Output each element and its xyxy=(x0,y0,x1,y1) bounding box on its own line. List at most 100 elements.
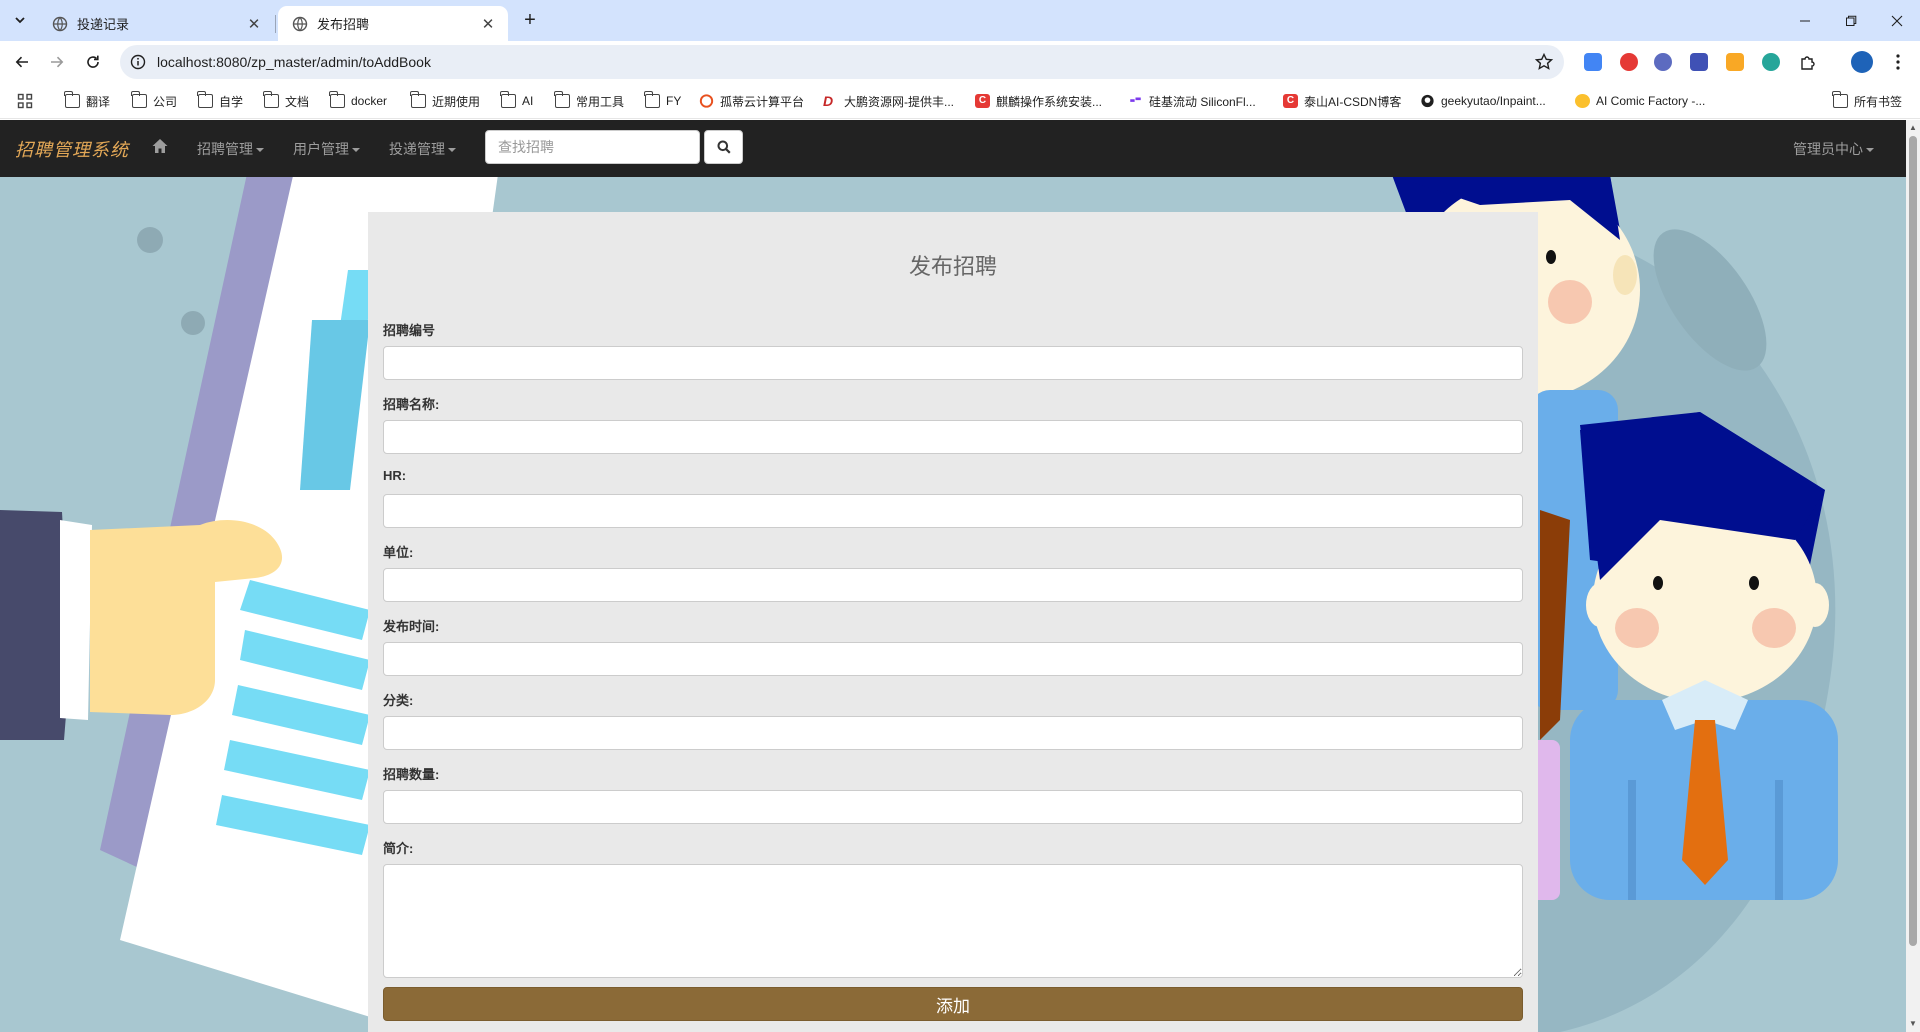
tab-search-icon[interactable] xyxy=(8,8,32,32)
site-navbar: 招聘管理系统 招聘管理 用户管理 投递管理 管理员中心 xyxy=(0,120,1906,177)
folder-icon xyxy=(131,91,147,108)
new-tab-button[interactable]: + xyxy=(518,8,542,32)
bookmark-folder-recent[interactable]: 近期使用 xyxy=(410,91,481,110)
close-tab-icon[interactable]: ✕ xyxy=(478,14,498,34)
d-logo-icon: D xyxy=(823,93,834,109)
bookmark-kylin[interactable]: C 麒麟操作系统安装... xyxy=(975,92,1102,110)
site-info-icon[interactable] xyxy=(128,52,148,72)
page-scrollbar[interactable]: ▲ ▼ xyxy=(1906,120,1920,1032)
all-bookmarks-label: 所有书签 xyxy=(1854,94,1903,109)
bookmark-folder-translate[interactable]: 翻译 xyxy=(64,91,110,110)
bookmark-label: geekyutao/Inpaint... xyxy=(1441,94,1546,108)
folder-icon xyxy=(644,91,660,108)
bookmark-label: 麒麟操作系统安装... xyxy=(996,94,1103,109)
browser-tab-strip: 投递记录 ✕ 发布招聘 ✕ + xyxy=(0,0,1920,41)
extension-jh-icon[interactable] xyxy=(1690,53,1708,71)
bookmark-cloud-platform[interactable]: 孤蒂云计算平台 xyxy=(699,92,804,110)
csdn-icon: C xyxy=(1283,94,1298,108)
tab-delivery-records[interactable]: 投递记录 ✕ xyxy=(38,6,274,41)
bookmark-label: 文档 xyxy=(285,94,310,109)
company-input[interactable] xyxy=(383,568,1523,602)
admin-center-menu[interactable]: 管理员中心 xyxy=(1793,139,1874,159)
apps-icon[interactable] xyxy=(17,92,33,110)
scroll-up-icon[interactable]: ▲ xyxy=(1909,124,1917,132)
bookmark-folder-docs[interactable]: 文档 xyxy=(263,91,310,110)
bookmark-github-inpaint[interactable]: geekyutao/Inpaint... xyxy=(1420,92,1546,110)
address-bar[interactable]: localhost:8080/zp_master/admin/toAddBook xyxy=(120,45,1564,79)
extensions-icon[interactable] xyxy=(1798,52,1818,72)
publish-recruitment-form: 发布招聘 招聘编号 招聘名称: HR: 单位: 发布时间: 分类: 招聘数量: … xyxy=(368,212,1538,1032)
field-label-description: 简介: xyxy=(383,841,414,856)
publish-time-input[interactable] xyxy=(383,642,1523,676)
profile-avatar[interactable] xyxy=(1851,51,1873,73)
folder-icon xyxy=(1832,91,1848,108)
bookmark-ai-comic-factory[interactable]: AI Comic Factory -... xyxy=(1575,92,1705,110)
emoji-face-icon xyxy=(1575,94,1590,108)
bookmark-taishan-ai[interactable]: C 泰山AI-CSDN博客 xyxy=(1283,92,1401,110)
field-label-category: 分类: xyxy=(383,693,414,708)
category-input[interactable] xyxy=(383,716,1523,750)
bookmark-label: 常用工具 xyxy=(576,94,625,109)
folder-icon xyxy=(410,91,426,108)
minimize-icon[interactable] xyxy=(1782,0,1828,41)
description-textarea[interactable] xyxy=(383,864,1523,978)
menu-recruitment-management[interactable]: 招聘管理 xyxy=(197,139,264,159)
scroll-down-icon[interactable]: ▼ xyxy=(1909,1020,1917,1028)
home-icon[interactable] xyxy=(151,137,169,155)
forward-icon[interactable] xyxy=(41,46,73,78)
url-text: localhost:8080/zp_master/admin/toAddBook xyxy=(157,54,431,70)
extension-chart-icon[interactable] xyxy=(1584,53,1602,71)
search-button[interactable] xyxy=(704,130,743,164)
field-label-company: 单位: xyxy=(383,545,414,560)
bookmark-folder-fy[interactable]: FY xyxy=(644,91,681,110)
bookmark-folder-selfstudy[interactable]: 自学 xyxy=(197,91,244,110)
menu-user-management[interactable]: 用户管理 xyxy=(293,139,360,159)
close-tab-icon[interactable]: ✕ xyxy=(244,14,264,34)
bookmark-folder-ai[interactable]: AI xyxy=(500,91,533,110)
recruitment-id-input[interactable] xyxy=(383,346,1523,380)
more-menu-icon[interactable] xyxy=(1888,52,1908,72)
caret-down-icon xyxy=(448,148,456,153)
swirl-icon xyxy=(699,94,714,108)
extension-shield-icon[interactable] xyxy=(1620,53,1638,71)
field-label-recruitment-id: 招聘编号 xyxy=(383,323,436,338)
back-icon[interactable] xyxy=(6,46,38,78)
bookmark-label: 自学 xyxy=(219,94,244,109)
extension-circle-icon[interactable] xyxy=(1762,53,1780,71)
folder-icon xyxy=(263,91,279,108)
search-recruitment-input[interactable] xyxy=(485,130,700,164)
extension-puzzle-piece-icon[interactable] xyxy=(1726,53,1744,71)
bookmark-folder-tools[interactable]: 常用工具 xyxy=(554,91,625,110)
bookmark-dapeng[interactable]: D 大鹏资源网-提供丰... xyxy=(823,92,954,110)
field-label-hr: HR: xyxy=(383,468,407,483)
folder-icon xyxy=(197,91,213,108)
close-window-icon[interactable] xyxy=(1874,0,1920,41)
restore-icon[interactable] xyxy=(1828,0,1874,41)
tab-title: 投递记录 xyxy=(77,17,130,32)
github-icon xyxy=(1421,94,1434,108)
folder-icon xyxy=(329,91,345,108)
bookmark-star-icon[interactable] xyxy=(1534,52,1554,72)
bookmarks-bar: 翻译 公司 自学 文档 docker 近期使用 AI 常用工具 FY 孤蒂云计算… xyxy=(0,83,1920,119)
recruitment-name-input[interactable] xyxy=(383,420,1523,454)
reload-icon[interactable] xyxy=(77,46,109,78)
scrollbar-thumb[interactable] xyxy=(1909,136,1917,946)
menu-delivery-management[interactable]: 投递管理 xyxy=(389,139,456,159)
bookmark-label: 近期使用 xyxy=(432,94,481,109)
form-title: 发布招聘 xyxy=(908,254,997,279)
add-button[interactable]: 添加 xyxy=(383,987,1523,1021)
bookmark-folder-company[interactable]: 公司 xyxy=(131,91,177,110)
menu-label: 招聘管理 xyxy=(197,141,253,157)
tab-divider xyxy=(275,15,276,33)
bookmark-siliconflow[interactable]: 硅基流动 SiliconFl... xyxy=(1128,92,1256,110)
extension-note-icon[interactable] xyxy=(1654,53,1672,71)
site-brand[interactable]: 招聘管理系统 xyxy=(15,136,129,162)
bookmark-label: 硅基流动 SiliconFl... xyxy=(1149,94,1256,109)
hr-input[interactable] xyxy=(383,494,1523,528)
tab-publish-recruitment[interactable]: 发布招聘 ✕ xyxy=(278,6,508,41)
headcount-input[interactable] xyxy=(383,790,1523,824)
menu-label: 用户管理 xyxy=(293,141,349,157)
all-bookmarks[interactable]: 所有书签 xyxy=(1832,91,1903,110)
folder-icon xyxy=(64,91,80,108)
bookmark-folder-docker[interactable]: docker xyxy=(329,91,387,110)
